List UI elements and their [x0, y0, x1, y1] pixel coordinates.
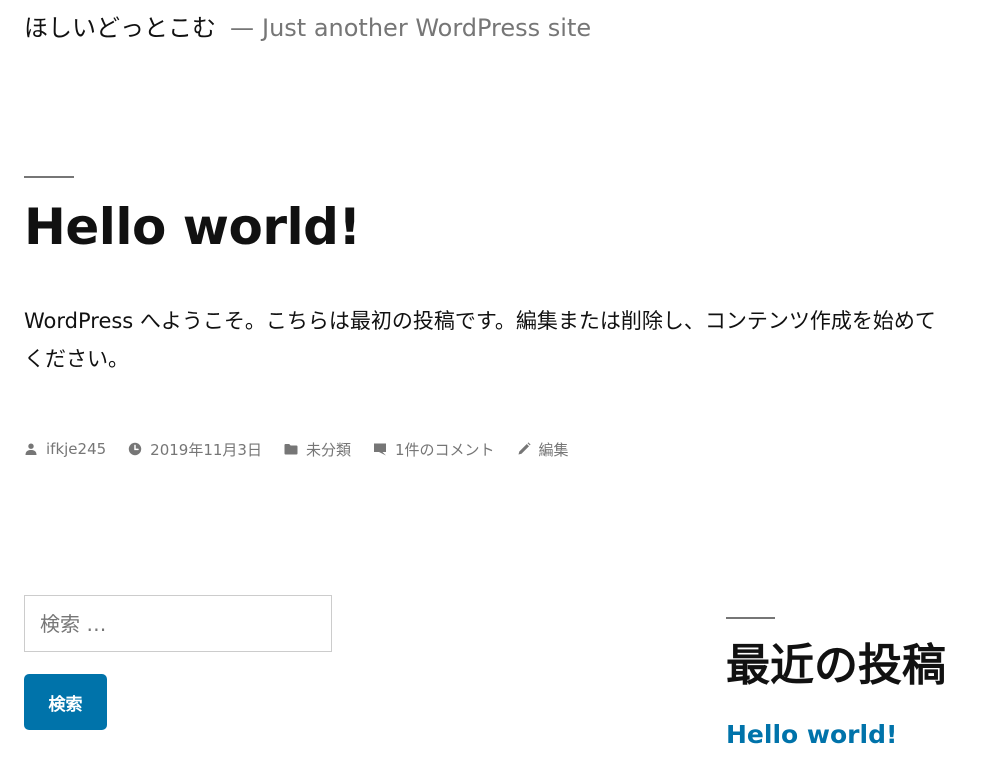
entry-title-rule — [24, 176, 74, 178]
entry-title: Hello world! — [24, 198, 361, 256]
recent-posts-title: 最近の投稿 — [726, 640, 946, 691]
comment-icon — [374, 443, 386, 456]
comments-link[interactable]: 1件のコメント — [395, 439, 495, 460]
date-link[interactable]: 2019年11月3日 — [150, 439, 262, 460]
page: ほしいどっとこむ — Just another WordPress site Hel… — [0, 0, 1000, 761]
widget-title-rule — [726, 617, 775, 619]
meta-edit: 編集 — [517, 439, 569, 460]
pencil-icon — [518, 442, 531, 455]
search-button[interactable]: 検索 — [24, 674, 107, 730]
clock-icon — [128, 442, 142, 456]
recent-post-link[interactable]: Hello world! — [726, 718, 897, 752]
edit-link[interactable]: 編集 — [539, 439, 569, 460]
site-title[interactable]: ほしいどっとこむ — [24, 14, 216, 42]
site-header: ほしいどっとこむ — Just another WordPress site — [24, 12, 591, 44]
person-icon — [25, 443, 37, 455]
folder-icon — [284, 444, 298, 455]
search-input[interactable] — [24, 595, 332, 652]
category-link[interactable]: 未分類 — [306, 439, 351, 460]
author-link[interactable]: ifkje245 — [46, 440, 106, 458]
meta-author: ifkje245 — [24, 440, 106, 458]
site-title-separator: — — [230, 14, 254, 42]
site-description: Just another WordPress site — [262, 14, 592, 42]
entry-meta: ifkje245 2019年11月3日 未分類 1件のコメント 編集 — [24, 436, 591, 462]
entry-content: WordPress へようこそ。こちらは最初の投稿です。編集または削除し、コンテ… — [24, 309, 936, 371]
meta-category: 未分類 — [284, 439, 351, 460]
meta-comments: 1件のコメント — [373, 439, 495, 460]
meta-date: 2019年11月3日 — [128, 439, 262, 460]
